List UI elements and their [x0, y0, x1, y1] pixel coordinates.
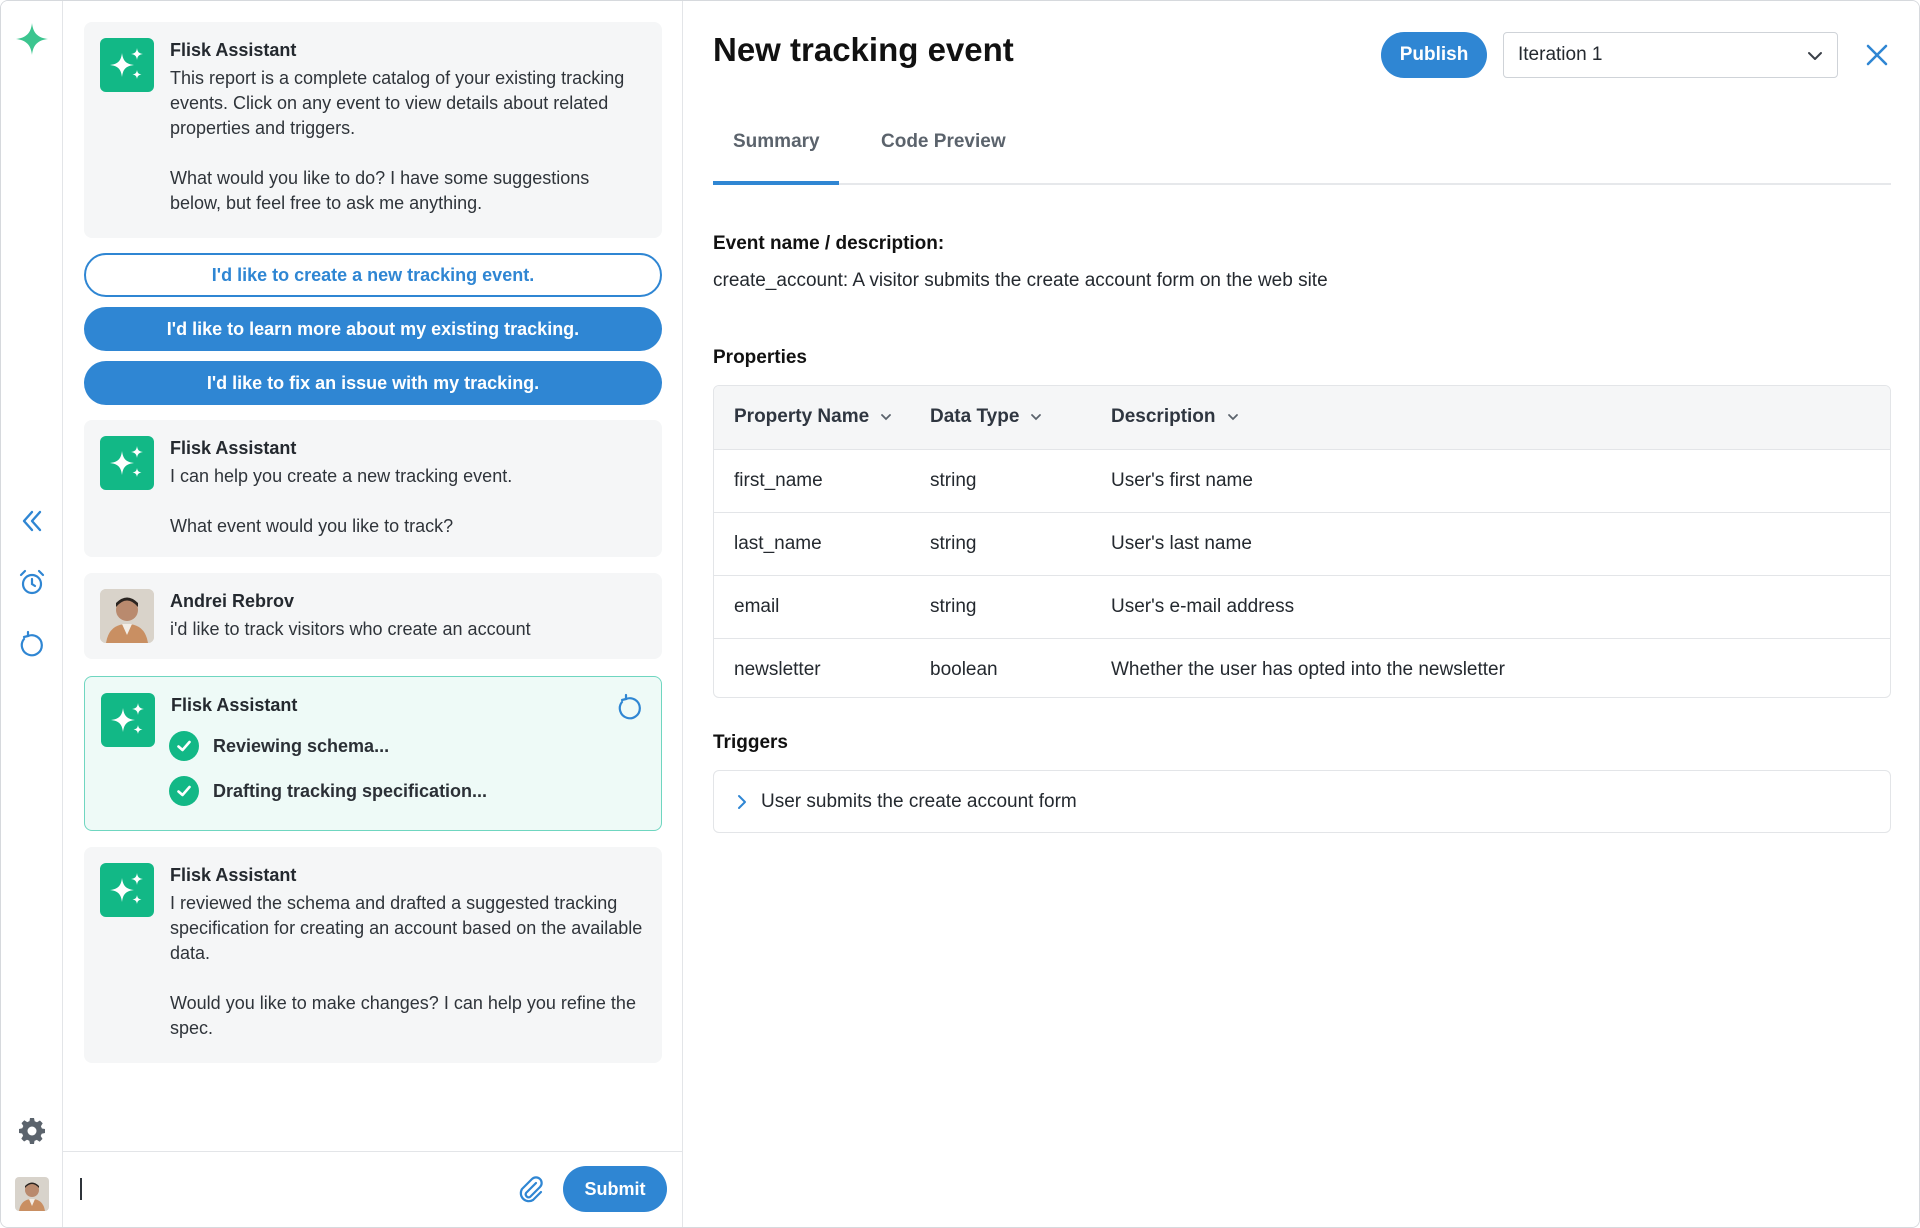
- message-sender: Flisk Assistant: [170, 865, 297, 885]
- message-sender: Flisk Assistant: [171, 695, 298, 715]
- progress-step-label: Reviewing schema...: [213, 735, 390, 756]
- event-name-value: create_account: A visitor submits the cr…: [713, 270, 1328, 291]
- assistant-progress-card: Flisk Assistant Reviewing schema... Draf…: [84, 676, 662, 831]
- chevron-down-icon: [1805, 46, 1825, 66]
- column-header-description[interactable]: Description: [1111, 406, 1240, 428]
- message-sender: Flisk Assistant: [170, 438, 297, 458]
- sparkles-icon: [110, 48, 143, 79]
- triggers-heading: Triggers: [713, 732, 788, 753]
- tracking-event-detail-panel: New tracking event Publish Iteration 1 S…: [683, 1, 1919, 1227]
- tab-code-preview[interactable]: Code Preview: [881, 131, 1006, 153]
- cell-data-type: string: [930, 533, 977, 554]
- user-avatar-small[interactable]: [15, 1177, 49, 1211]
- progress-step-label: Drafting tracking specification...: [213, 780, 488, 801]
- column-header-data-type[interactable]: Data Type: [930, 406, 1043, 428]
- assistant-avatar: [100, 38, 154, 92]
- suggestion-learn-tracking-button[interactable]: I'd like to learn more about my existing…: [84, 307, 662, 351]
- assistant-message-card: Flisk Assistant I can help you create a …: [84, 420, 662, 557]
- table-header: Property Name Data Type Description: [714, 386, 1890, 450]
- column-header-label: Property Name: [734, 406, 870, 427]
- assistant-avatar: [101, 693, 155, 747]
- progress-step: Reviewing schema...: [169, 731, 389, 761]
- column-header-property-name[interactable]: Property Name: [734, 406, 893, 428]
- properties-table: Property Name Data Type Description firs…: [713, 385, 1891, 698]
- assistant-message-card: Flisk Assistant I reviewed the schema an…: [84, 847, 662, 1063]
- progress-step: Drafting tracking specification...: [169, 776, 487, 806]
- paperclip-icon[interactable]: [515, 1174, 547, 1206]
- chevron-down-icon: [1031, 414, 1042, 421]
- assistant-message-card: Flisk Assistant This report is a complet…: [84, 22, 662, 238]
- table-row[interactable]: last_name string User's last name: [714, 513, 1890, 576]
- sparkles-icon: [110, 446, 143, 477]
- properties-heading: Properties: [713, 347, 807, 368]
- alarm-clock-icon[interactable]: [16, 567, 48, 599]
- cell-data-type: boolean: [930, 659, 998, 680]
- message-sender: Flisk Assistant: [170, 40, 297, 60]
- iteration-select[interactable]: Iteration 1: [1503, 32, 1838, 78]
- cell-property-name: first_name: [734, 470, 823, 491]
- column-header-label: Description: [1111, 406, 1216, 427]
- gear-icon[interactable]: [16, 1115, 48, 1147]
- assistant-chat-panel: Flisk Assistant This report is a complet…: [63, 1, 683, 1227]
- message-sender: Andrei Rebrov: [170, 591, 295, 611]
- chat-composer: Submit: [63, 1151, 682, 1227]
- detail-tabs: Summary Code Preview: [713, 119, 1891, 185]
- cell-property-name: email: [734, 596, 780, 617]
- chat-input[interactable]: [85, 1170, 505, 1210]
- cell-description: Whether the user has opted into the news…: [1111, 659, 1505, 680]
- sparkles-icon: [110, 873, 143, 904]
- suggestion-create-event-button[interactable]: I'd like to create a new tracking event.: [84, 253, 662, 297]
- suggestion-fix-issue-button[interactable]: I'd like to fix an issue with my trackin…: [84, 361, 662, 405]
- user-avatar: [100, 589, 154, 643]
- assistant-avatar: [100, 436, 154, 490]
- message-text: I reviewed the schema and drafted a sugg…: [170, 893, 643, 1038]
- message-text: I can help you create a new tracking eve…: [170, 466, 513, 536]
- app-window: Flisk Assistant This report is a complet…: [0, 0, 1920, 1228]
- cell-data-type: string: [930, 470, 977, 491]
- active-tab-indicator: [713, 181, 839, 185]
- assistant-avatar: [100, 863, 154, 917]
- text-caret: [80, 1178, 82, 1200]
- user-message-card: Andrei Rebrov i'd like to track visitors…: [84, 573, 662, 659]
- cell-data-type: string: [930, 596, 977, 617]
- chevron-down-icon: [1227, 414, 1238, 421]
- column-header-label: Data Type: [930, 406, 1020, 427]
- collapse-double-chevron-icon[interactable]: [16, 505, 48, 537]
- flisk-logo-icon[interactable]: [14, 21, 50, 57]
- chevron-right-icon: [732, 792, 752, 812]
- chevron-down-icon: [881, 414, 892, 421]
- sparkles-icon: [111, 703, 144, 734]
- event-name-label: Event name / description:: [713, 233, 945, 254]
- message-text: This report is a complete catalog of you…: [170, 68, 625, 213]
- cell-description: User's first name: [1111, 470, 1253, 491]
- history-icon[interactable]: [16, 629, 48, 661]
- page-title: New tracking event: [713, 31, 1014, 68]
- table-row[interactable]: first_name string User's first name: [714, 450, 1890, 513]
- message-text: i'd like to track visitors who create an…: [170, 619, 531, 639]
- check-circle-icon: [169, 731, 199, 761]
- submit-button[interactable]: Submit: [563, 1166, 667, 1212]
- check-circle-icon: [169, 776, 199, 806]
- table-row[interactable]: newsletter boolean Whether the user has …: [714, 639, 1890, 697]
- cell-description: User's last name: [1111, 533, 1252, 554]
- trigger-item[interactable]: User submits the create account form: [713, 770, 1891, 833]
- refresh-icon[interactable]: [615, 693, 645, 723]
- left-rail: [1, 1, 63, 1227]
- cell-property-name: newsletter: [734, 659, 821, 680]
- cell-property-name: last_name: [734, 533, 822, 554]
- publish-button[interactable]: Publish: [1381, 32, 1487, 78]
- tab-summary[interactable]: Summary: [733, 131, 820, 153]
- close-icon[interactable]: [1863, 41, 1891, 69]
- trigger-label: User submits the create account form: [761, 791, 1077, 812]
- iteration-select-value: Iteration 1: [1518, 44, 1603, 65]
- table-row[interactable]: email string User's e-mail address: [714, 576, 1890, 639]
- cell-description: User's e-mail address: [1111, 596, 1295, 617]
